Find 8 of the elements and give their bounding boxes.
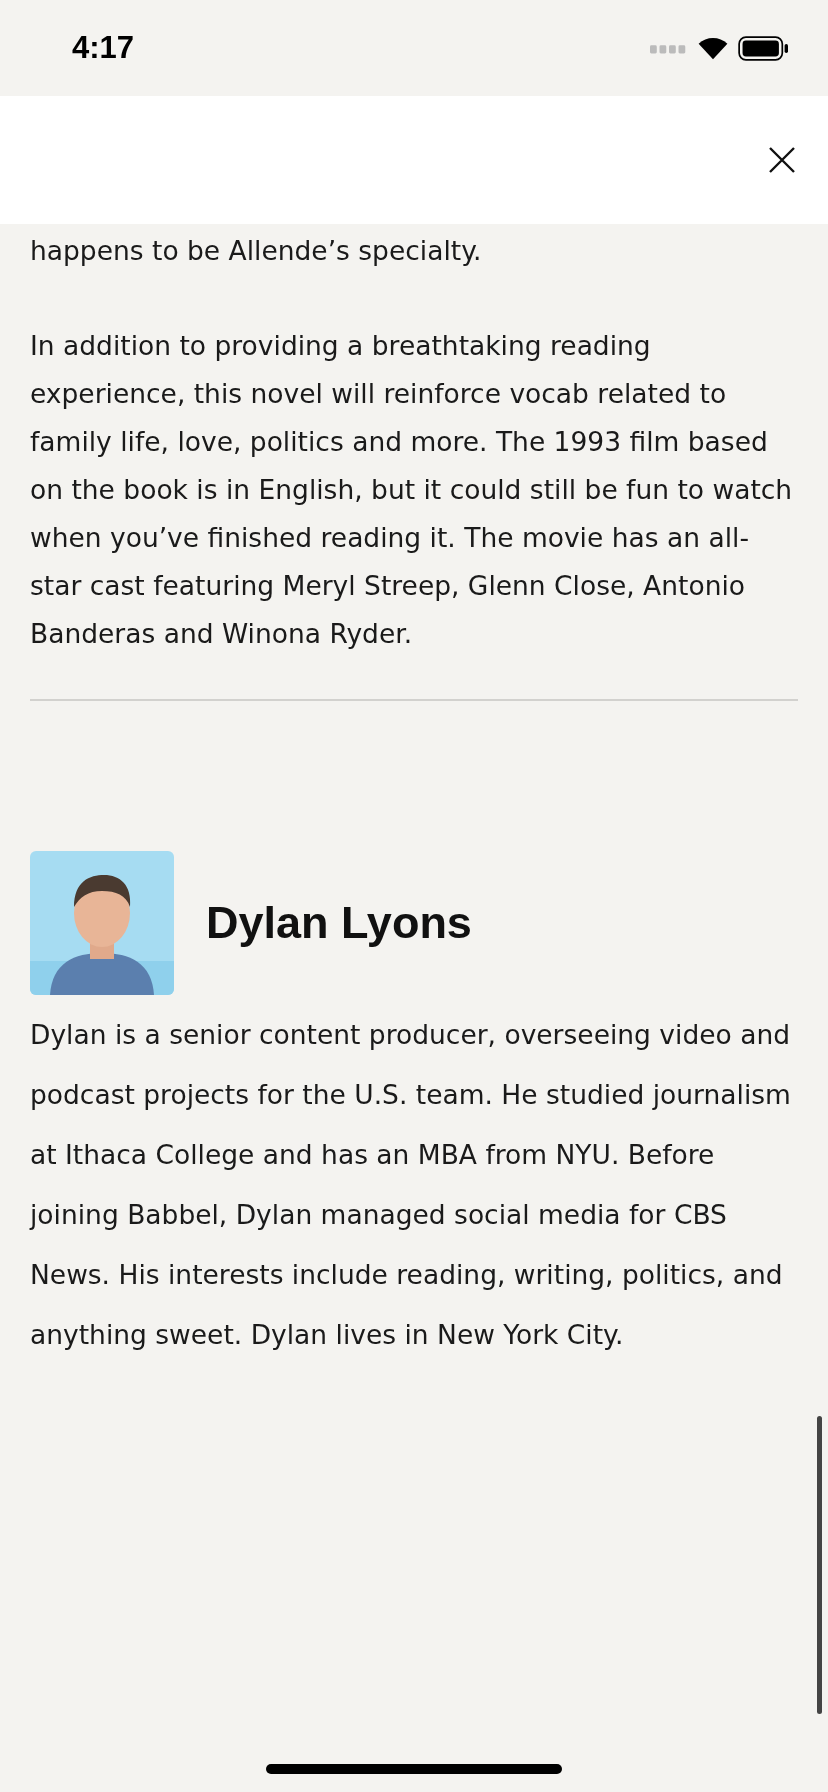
author-bio: Dylan is a senior content producer, overseeing video and podcast projects for the U.S. team. He studied journalism at Ithaca College and has an MBA from NYU. Before joining Babbel, Dylan managed social media for CBS News. His interests include reading, writing, politics, and anything sweet. Dylan lives in New York City.: [30, 1018, 792, 1352]
status-time: 4:17: [72, 30, 135, 66]
wifi-icon: [698, 36, 728, 60]
battery-icon: [738, 35, 788, 61]
author-name: Dylan Lyons: [206, 897, 472, 949]
paragraph: In addition to providing a breathtaking reading experience, this novel will reinforce vocab related to family life, love, politics and more. The 1993 film based on the book is in English, but it could still be fun to watch when you’ve finished reading it. The movie has an all-star cast featuring Meryl Streep, Glenn Close, Antonio Banderas and Winona Ryder.: [30, 329, 794, 651]
close-icon[interactable]: [768, 146, 796, 174]
paragraph: happens to be Allende’s specialty.: [30, 234, 483, 268]
